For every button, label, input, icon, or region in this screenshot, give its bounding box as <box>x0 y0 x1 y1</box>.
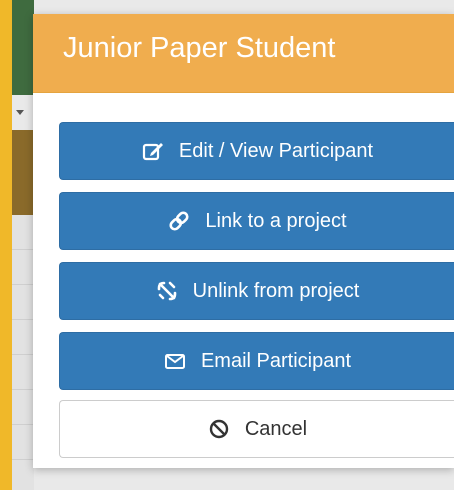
unlink-from-project-button[interactable]: Unlink from project <box>59 262 454 320</box>
link-to-project-button[interactable]: Link to a project <box>59 192 454 250</box>
link-to-project-label: Link to a project <box>205 209 347 232</box>
ban-icon <box>207 417 231 441</box>
email-participant-label: Email Participant <box>200 349 352 372</box>
edit-icon <box>141 139 165 163</box>
dialog-header: Junior Paper Student <box>33 14 454 93</box>
unlink-icon <box>155 279 179 303</box>
caret-down-icon <box>16 110 24 115</box>
background-header-strip <box>12 130 34 215</box>
edit-view-participant-label: Edit / View Participant <box>178 139 374 162</box>
link-icon <box>167 209 191 233</box>
participant-action-dialog: Junior Paper Student Edit / View Partici… <box>33 14 454 468</box>
background-sidebar-strip <box>12 0 34 95</box>
edit-view-participant-button[interactable]: Edit / View Participant <box>59 122 454 180</box>
cancel-label: Cancel <box>244 417 308 440</box>
envelope-icon <box>163 349 187 373</box>
cancel-button[interactable]: Cancel <box>59 400 454 458</box>
email-participant-button[interactable]: Email Participant <box>59 332 454 390</box>
dialog-title: Junior Paper Student <box>63 32 336 64</box>
unlink-from-project-label: Unlink from project <box>192 279 360 302</box>
background-table-rows <box>12 215 34 490</box>
